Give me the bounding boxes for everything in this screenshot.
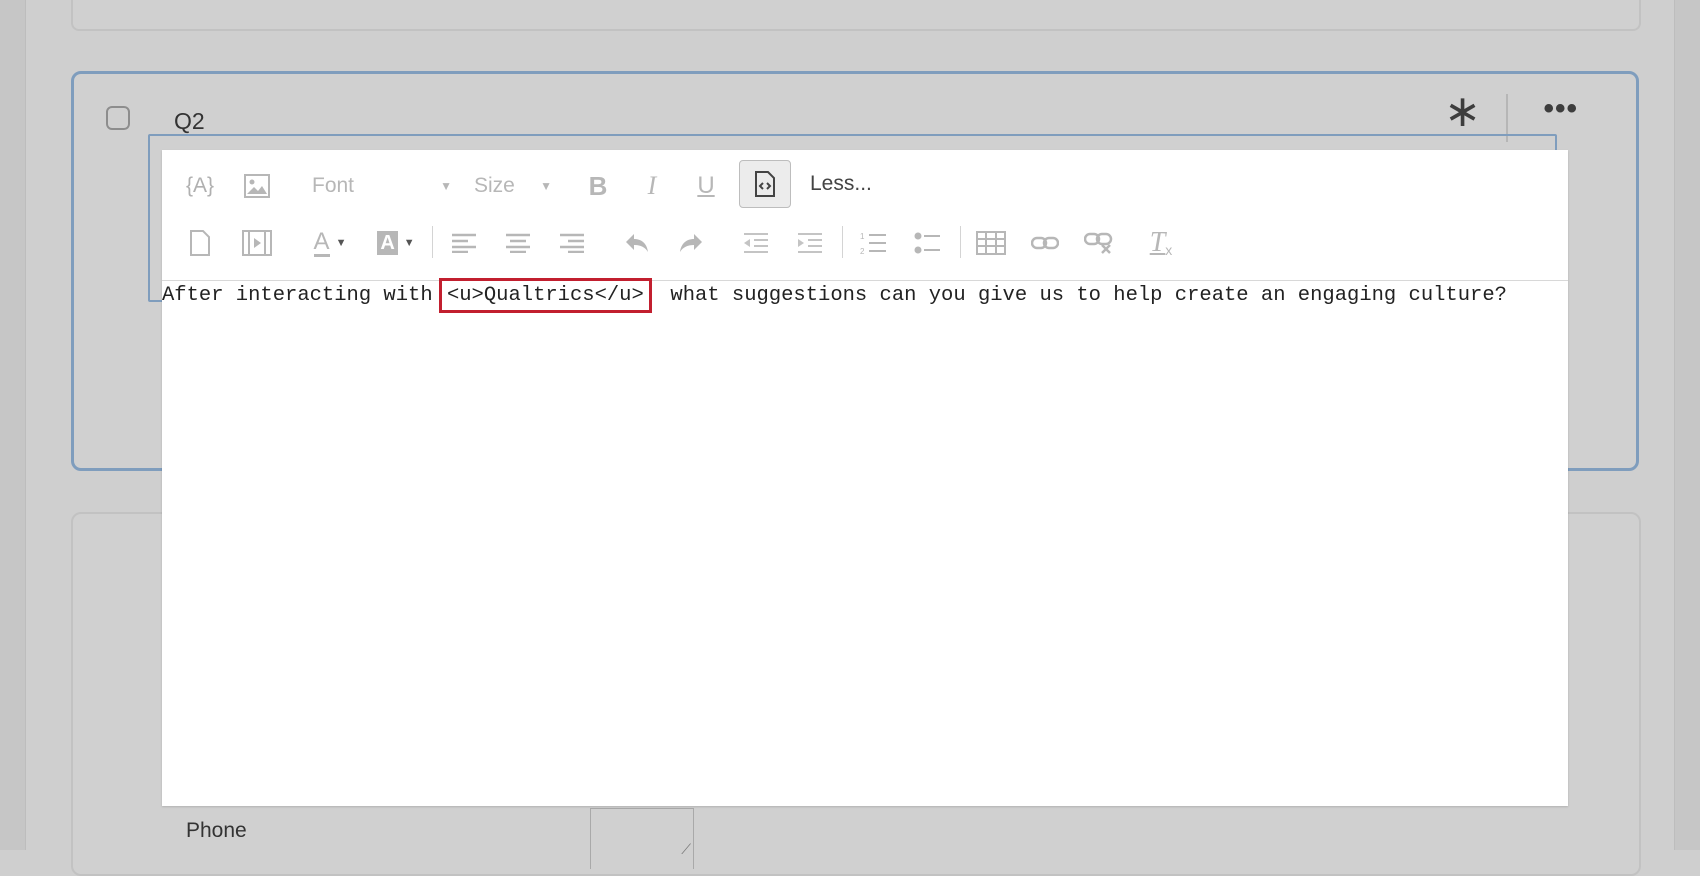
chevron-down-icon: ▼ bbox=[403, 237, 415, 249]
highlighted-html-tag: <u>Qualtrics</u> bbox=[438, 278, 652, 313]
video-icon[interactable] bbox=[240, 226, 274, 260]
svg-text:1: 1 bbox=[860, 232, 865, 241]
document-icon[interactable] bbox=[186, 226, 214, 260]
editor-toolbar: {A} Font ▼ Size ▼ B I U Less... A ▼ A ▼ … bbox=[162, 150, 1568, 281]
size-select[interactable]: Size ▼ bbox=[474, 170, 552, 202]
required-star-icon[interactable]: ∗ bbox=[1444, 90, 1481, 134]
bulleted-list-icon[interactable] bbox=[912, 228, 942, 258]
more-options-icon[interactable]: ••• bbox=[1543, 94, 1578, 124]
phone-field-label: Phone bbox=[186, 819, 247, 842]
toolbar-separator bbox=[432, 226, 433, 258]
piped-text-icon[interactable]: {A} bbox=[184, 168, 216, 204]
svg-text:2: 2 bbox=[860, 247, 865, 255]
align-center-icon[interactable] bbox=[504, 228, 532, 258]
toolbar-separator bbox=[842, 226, 843, 258]
chevron-down-icon: ▼ bbox=[335, 237, 347, 249]
editor-content[interactable]: After interacting with <u>Qualtrics</u> … bbox=[162, 278, 1552, 313]
undo-icon[interactable] bbox=[622, 228, 652, 258]
unlink-icon[interactable] bbox=[1082, 228, 1116, 258]
underline-icon[interactable]: U bbox=[690, 168, 722, 204]
font-select-label: Font bbox=[312, 174, 355, 197]
table-icon[interactable] bbox=[974, 228, 1008, 258]
background-color-icon[interactable]: A ▼ bbox=[372, 226, 420, 260]
outdent-icon[interactable] bbox=[740, 228, 770, 258]
source-code-button[interactable] bbox=[739, 160, 791, 208]
clear-formatting-icon[interactable]: Tx bbox=[1144, 226, 1178, 260]
right-margin bbox=[1674, 0, 1700, 850]
link-icon[interactable] bbox=[1028, 228, 1062, 258]
font-select[interactable]: Font ▼ bbox=[312, 170, 452, 202]
redo-icon[interactable] bbox=[676, 228, 706, 258]
chevron-down-icon: ▼ bbox=[440, 179, 452, 193]
align-right-icon[interactable] bbox=[558, 228, 586, 258]
chevron-down-icon: ▼ bbox=[540, 179, 552, 193]
indent-icon[interactable] bbox=[794, 228, 824, 258]
toolbar-separator bbox=[960, 226, 961, 258]
question-number-label: Q2 bbox=[174, 108, 205, 134]
text-before: After interacting with bbox=[162, 284, 445, 307]
less-toggle-link[interactable]: Less... bbox=[810, 172, 872, 196]
italic-icon[interactable]: I bbox=[636, 168, 668, 204]
bold-icon[interactable]: B bbox=[582, 168, 614, 204]
align-left-icon[interactable] bbox=[450, 228, 478, 258]
previous-question-card[interactable] bbox=[71, 0, 1641, 31]
numbered-list-icon[interactable]: 12 bbox=[858, 228, 888, 258]
text-after: what suggestions can you give us to help… bbox=[645, 284, 1507, 307]
rich-text-editor[interactable]: {A} Font ▼ Size ▼ B I U Less... A ▼ A ▼ … bbox=[162, 150, 1568, 806]
font-color-icon[interactable]: A ▼ bbox=[306, 226, 354, 260]
size-select-label: Size bbox=[474, 174, 515, 197]
image-icon[interactable] bbox=[242, 170, 272, 202]
left-margin bbox=[0, 0, 26, 850]
question-select-checkbox[interactable] bbox=[106, 106, 130, 130]
source-code-icon bbox=[755, 171, 775, 197]
phone-input[interactable]: ⟋ bbox=[590, 808, 694, 869]
